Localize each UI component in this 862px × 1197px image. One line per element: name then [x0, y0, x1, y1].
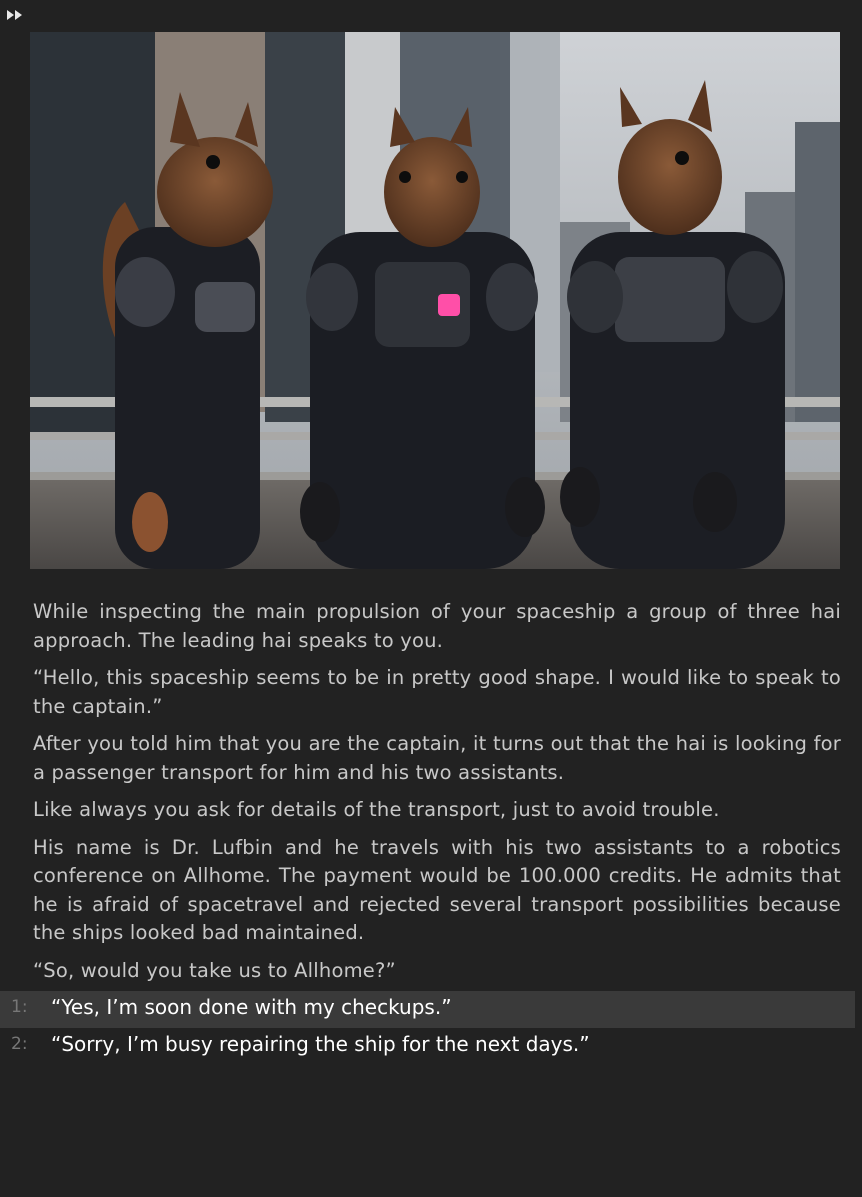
story-paragraph: “Hello, this spaceship seems to be in pr… — [33, 666, 841, 718]
story-paragraph: After you told him that you are the capt… — [33, 732, 841, 784]
choice-option-2[interactable]: 2: “Sorry, I’m busy repairing the ship f… — [0, 1028, 855, 1065]
choice-list: 1: “Yes, I’m soon done with my checkups.… — [0, 991, 862, 1065]
story-paragraph: Like always you ask for details of the t… — [33, 798, 720, 821]
choice-text: “Sorry, I’m busy repairing the ship for … — [51, 1032, 590, 1056]
story-text: While inspecting the main propulsion of … — [33, 598, 841, 994]
fast-forward-button[interactable] — [6, 8, 24, 22]
fast-forward-icon — [7, 10, 22, 20]
choice-option-1[interactable]: 1: “Yes, I’m soon done with my checkups.… — [0, 991, 855, 1028]
story-paragraph: His name is Dr. Lufbin and he travels wi… — [33, 835, 841, 945]
story-paragraph: “So, would you take us to Allhome?” — [33, 958, 396, 982]
choice-number: 1: — [11, 997, 28, 1017]
story-paragraph: While inspecting the main propulsion of … — [33, 600, 841, 652]
choice-text: “Yes, I’m soon done with my checkups.” — [51, 995, 452, 1019]
choice-number: 2: — [11, 1034, 28, 1054]
scene-image — [30, 32, 840, 569]
